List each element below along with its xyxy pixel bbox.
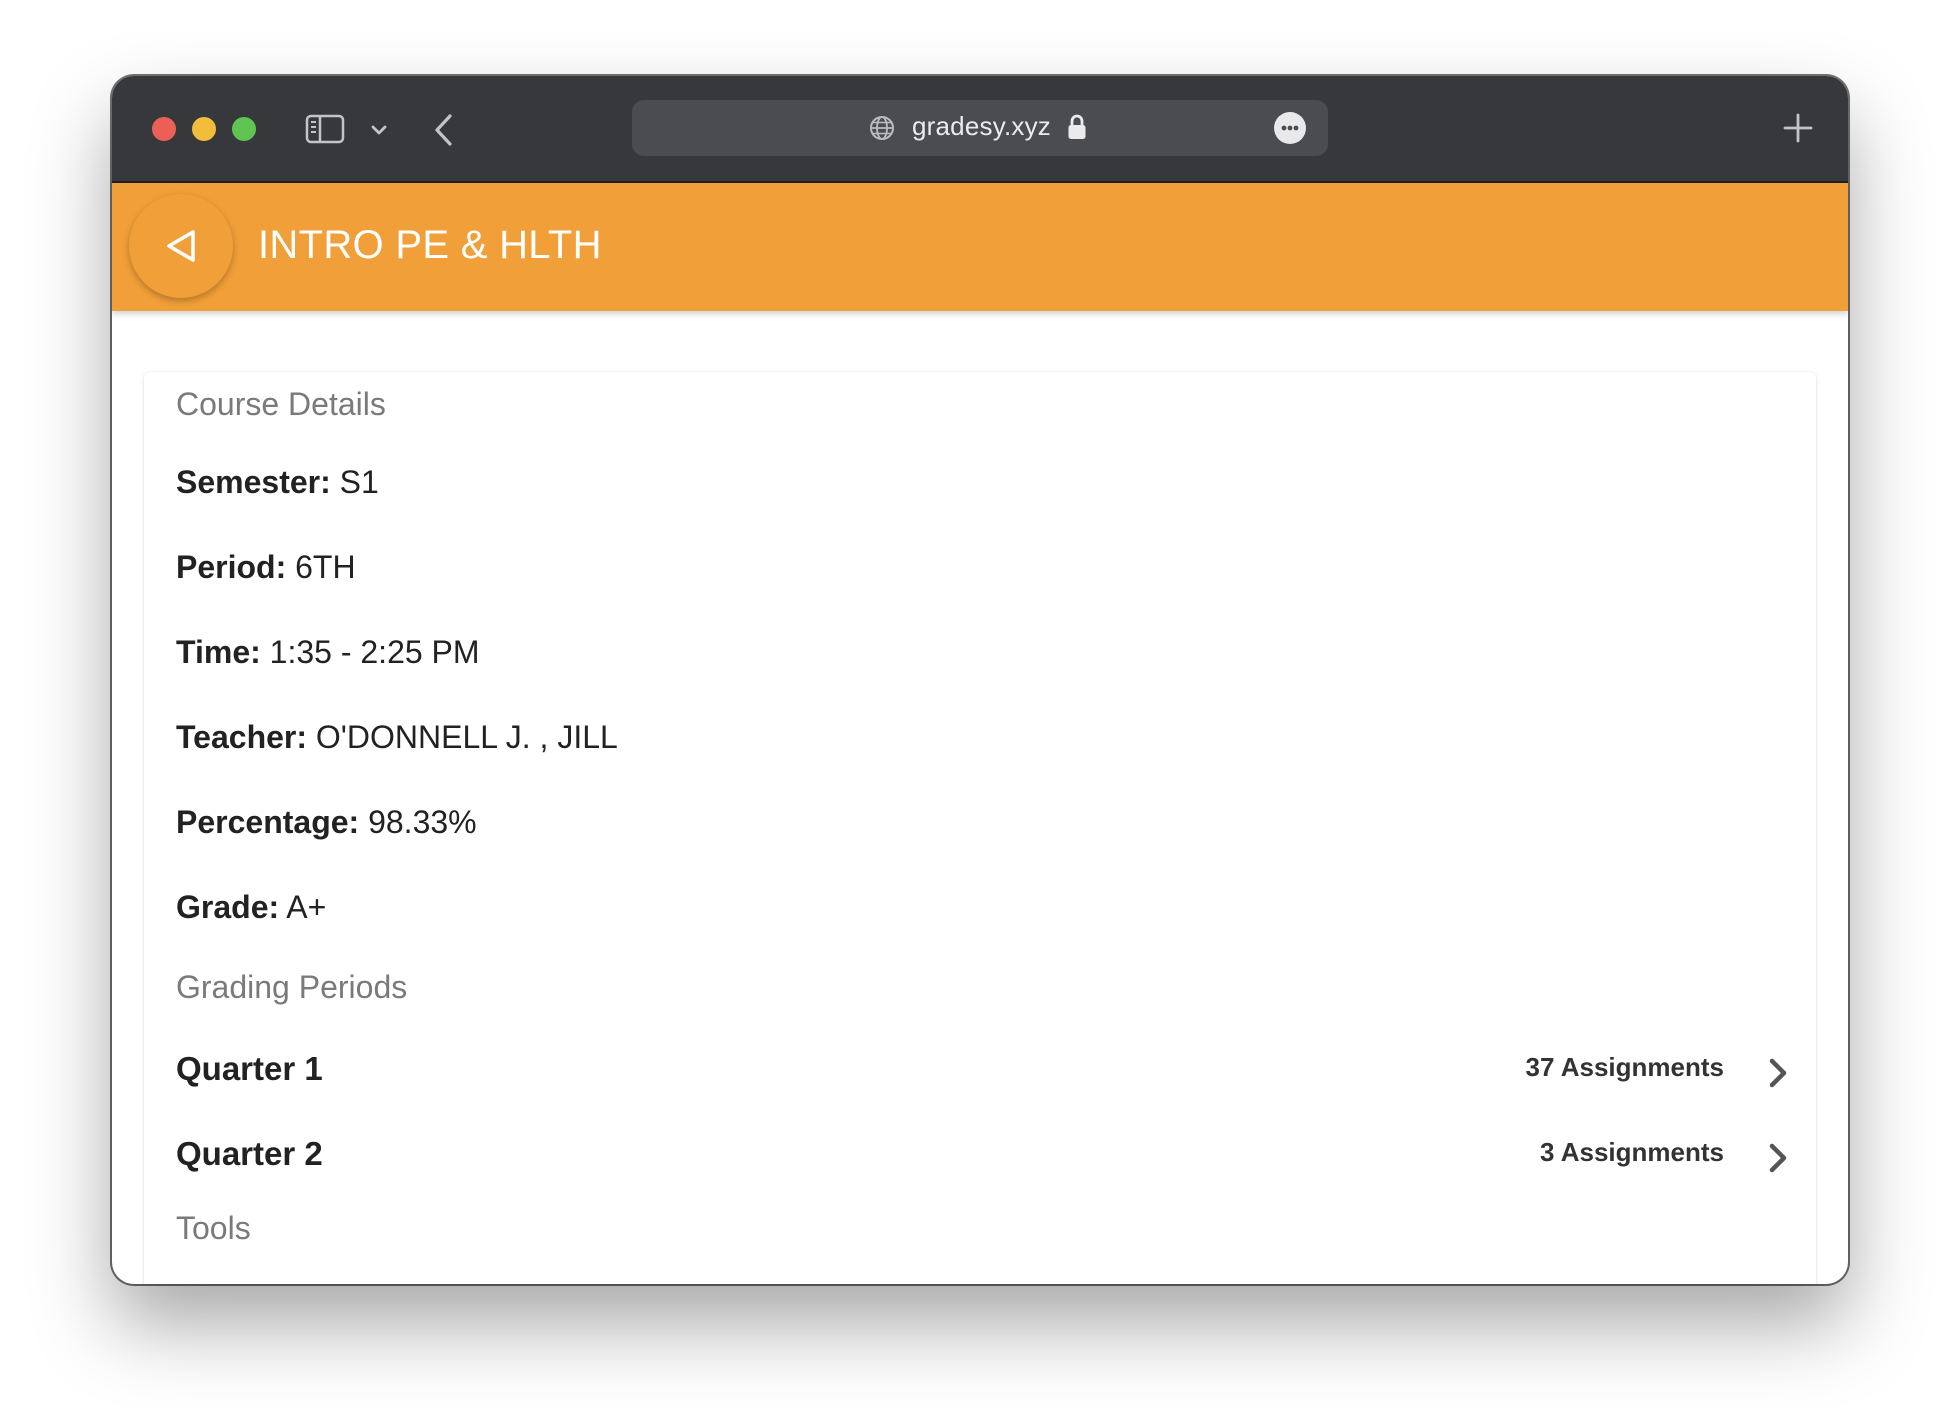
app-header: INTRO PE & HLTH xyxy=(112,183,1848,311)
detail-grade: Grade: A+ xyxy=(176,889,326,926)
detail-semester: Semester: S1 xyxy=(176,464,379,501)
chevron-right-icon xyxy=(1769,1143,1787,1173)
detail-label: Period: xyxy=(176,549,287,585)
detail-value: 98.33% xyxy=(368,804,477,840)
back-button[interactable] xyxy=(129,194,233,298)
period-name: Quarter 2 xyxy=(176,1135,323,1172)
tools-heading: Tools xyxy=(176,1210,251,1246)
detail-value: 1:35 - 2:25 PM xyxy=(269,634,480,670)
globe-icon xyxy=(870,116,894,140)
plus-icon[interactable] xyxy=(1778,108,1818,148)
detail-value: S1 xyxy=(339,464,379,500)
page-title: INTRO PE & HLTH xyxy=(258,223,602,267)
sidebar-icon[interactable] xyxy=(305,112,345,146)
assignment-count: 3 Assignments xyxy=(1540,1137,1724,1167)
detail-label: Grade: xyxy=(176,889,280,925)
close-window-button[interactable] xyxy=(152,117,176,141)
chevron-down-icon[interactable] xyxy=(367,116,391,144)
browser-toolbar: gradesy.xyz xyxy=(112,76,1848,183)
address-bar[interactable]: gradesy.xyz xyxy=(632,100,1328,156)
detail-value: A+ xyxy=(286,889,327,925)
detail-label: Percentage: xyxy=(176,804,360,840)
back-arrow-icon[interactable] xyxy=(428,110,460,150)
course-details-heading: Course Details xyxy=(176,386,386,422)
triangle-back-icon xyxy=(167,230,195,262)
grading-periods-heading: Grading Periods xyxy=(176,969,408,1005)
detail-teacher: Teacher: O'DONNELL J. , JILL xyxy=(176,719,618,756)
detail-label: Time: xyxy=(176,634,261,670)
minimize-window-button[interactable] xyxy=(192,117,216,141)
more-icon[interactable] xyxy=(1274,112,1306,144)
detail-value: 6TH xyxy=(295,549,356,585)
detail-label: Semester: xyxy=(176,464,331,500)
detail-period: Period: 6TH xyxy=(176,549,356,586)
chevron-right-icon xyxy=(1769,1058,1787,1088)
period-name: Quarter 1 xyxy=(176,1050,323,1087)
detail-time: Time: 1:35 - 2:25 PM xyxy=(176,634,480,671)
detail-percentage: Percentage: 98.33% xyxy=(176,804,477,841)
detail-label: Teacher: xyxy=(176,719,308,755)
browser-window: gradesy.xyz INTRO PE & HLTH Course Detai… xyxy=(112,76,1848,1284)
url-text: gradesy.xyz xyxy=(912,111,1051,141)
assignment-count: 37 Assignments xyxy=(1525,1052,1724,1082)
course-card: Course Details Semester: S1 Period: 6TH … xyxy=(144,372,1816,1284)
grading-period-row[interactable]: Quarter 2 3 Assignments xyxy=(144,1121,1816,1191)
zoom-window-button[interactable] xyxy=(232,117,256,141)
detail-value: O'DONNELL J. , JILL xyxy=(315,719,618,755)
lock-icon xyxy=(1068,114,1086,139)
grading-period-row[interactable]: Quarter 1 37 Assignments xyxy=(144,1036,1816,1106)
